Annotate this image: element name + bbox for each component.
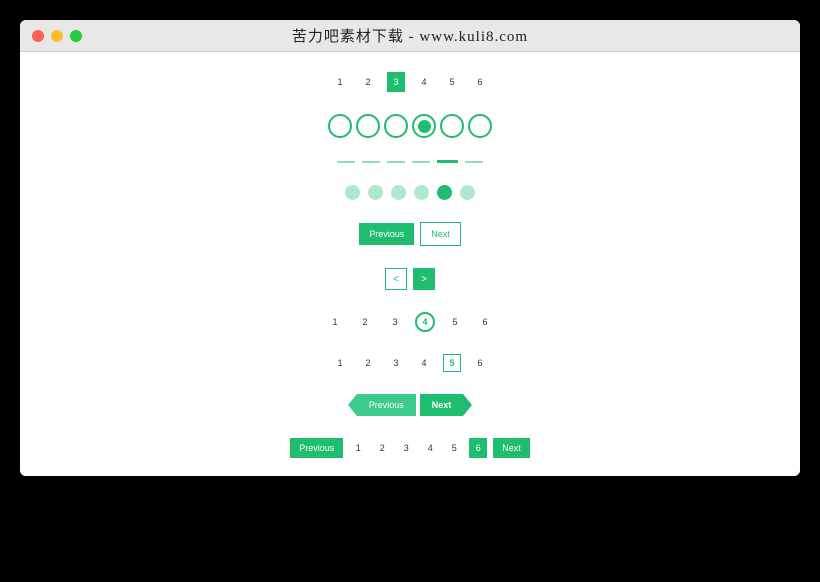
page-item[interactable]: 6 <box>471 72 489 92</box>
page-dash[interactable] <box>362 161 380 163</box>
page-dash[interactable] <box>387 161 405 163</box>
page-item[interactable]: 2 <box>359 354 377 372</box>
page-dot[interactable] <box>440 114 464 138</box>
maximize-icon[interactable] <box>70 30 82 42</box>
page-item[interactable]: 3 <box>385 312 405 332</box>
page-item[interactable]: 3 <box>397 438 415 458</box>
pagination-style-8: 1 2 3 4 5 6 <box>331 354 489 372</box>
next-button[interactable]: Next <box>493 438 530 458</box>
page-dash[interactable] <box>465 161 483 163</box>
page-dot[interactable] <box>414 185 429 200</box>
page-item[interactable]: 1 <box>325 312 345 332</box>
page-dash[interactable] <box>337 161 355 163</box>
page-dot-active[interactable] <box>437 185 452 200</box>
previous-button[interactable]: Previous <box>290 438 343 458</box>
page-dot[interactable] <box>460 185 475 200</box>
content-area: 1 2 3 4 5 6 <box>20 52 800 476</box>
page-item[interactable]: 6 <box>475 312 495 332</box>
minimize-icon[interactable] <box>51 30 63 42</box>
previous-button[interactable]: < <box>385 268 407 290</box>
page-dot[interactable] <box>468 114 492 138</box>
pagination-style-1: 1 2 3 4 5 6 <box>331 72 489 92</box>
page-dot[interactable] <box>391 185 406 200</box>
page-item-active[interactable]: 3 <box>387 72 405 92</box>
page-item[interactable]: 2 <box>355 312 375 332</box>
page-item[interactable]: 5 <box>443 72 461 92</box>
page-item-active[interactable]: 6 <box>469 438 487 458</box>
pagination-style-5: Previous Next <box>359 222 461 246</box>
pagination-style-3 <box>337 160 483 163</box>
page-item[interactable]: 2 <box>373 438 391 458</box>
next-button[interactable]: Next <box>420 222 461 246</box>
page-item[interactable]: 4 <box>415 354 433 372</box>
previous-button[interactable]: Previous <box>359 223 414 245</box>
page-item[interactable]: 1 <box>331 72 349 92</box>
page-dot[interactable] <box>328 114 352 138</box>
previous-button[interactable]: Previous <box>357 394 416 416</box>
pagination-style-10: Previous 1 2 3 4 5 6 Next <box>290 438 530 458</box>
chevron-left-icon <box>348 394 357 416</box>
page-item[interactable]: 4 <box>421 438 439 458</box>
page-item[interactable]: 1 <box>331 354 349 372</box>
page-dash[interactable] <box>412 161 430 163</box>
page-item[interactable]: 6 <box>471 354 489 372</box>
next-button[interactable]: > <box>413 268 435 290</box>
page-item[interactable]: 4 <box>415 72 433 92</box>
next-button[interactable]: Next <box>420 394 464 416</box>
page-item[interactable]: 5 <box>445 438 463 458</box>
page-item-active[interactable]: 5 <box>443 354 461 372</box>
browser-window: 苦力吧素材下载 - www.kuli8.com 1 2 3 4 5 6 <box>20 20 800 476</box>
window-title: 苦力吧素材下载 - www.kuli8.com <box>292 25 528 46</box>
page-dot[interactable] <box>368 185 383 200</box>
page-item-active[interactable]: 4 <box>415 312 435 332</box>
page-item[interactable]: 5 <box>445 312 465 332</box>
page-dash-active[interactable] <box>437 160 458 163</box>
pagination-style-4 <box>345 185 475 200</box>
pagination-style-9: Previous Next <box>348 394 473 416</box>
page-dot[interactable] <box>356 114 380 138</box>
page-dot[interactable] <box>345 185 360 200</box>
close-icon[interactable] <box>32 30 44 42</box>
pagination-style-6: < > <box>385 268 435 290</box>
page-dot[interactable] <box>384 114 408 138</box>
pagination-style-2 <box>328 114 492 138</box>
window-controls <box>32 30 82 42</box>
chevron-right-icon <box>463 394 472 416</box>
page-item[interactable]: 2 <box>359 72 377 92</box>
page-dot-active[interactable] <box>412 114 436 138</box>
pagination-style-7: 1 2 3 4 5 6 <box>325 312 495 332</box>
page-item[interactable]: 3 <box>387 354 405 372</box>
titlebar: 苦力吧素材下载 - www.kuli8.com <box>20 20 800 52</box>
page-item[interactable]: 1 <box>349 438 367 458</box>
